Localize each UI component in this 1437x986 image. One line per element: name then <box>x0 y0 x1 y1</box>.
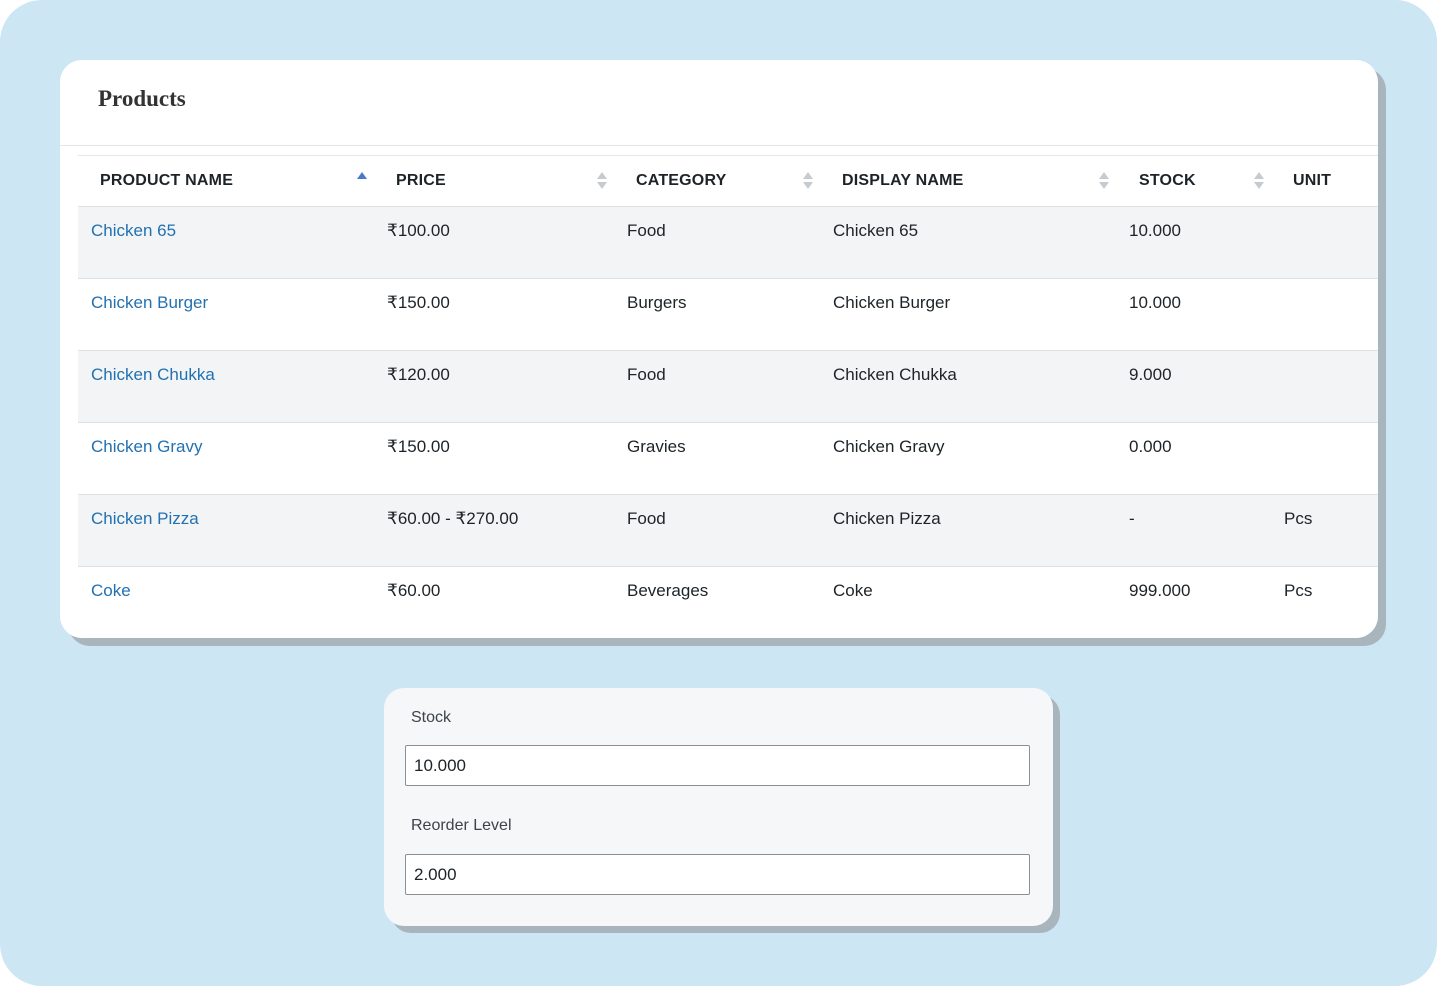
column-header-display-name[interactable]: DISPLAY NAME <box>820 156 1116 206</box>
page-title: Products <box>98 86 186 111</box>
price-cell: ₹60.00 - ₹270.00 <box>387 509 519 528</box>
category-cell: Beverages <box>627 581 709 600</box>
stock-cell: 10.000 <box>1129 293 1181 312</box>
product-name-link[interactable]: Chicken Pizza <box>91 509 199 529</box>
column-header-product-name[interactable]: PRODUCT NAME <box>78 156 374 206</box>
stock-cell: 999.000 <box>1129 581 1191 600</box>
sort-icon[interactable] <box>803 172 813 190</box>
product-name-link[interactable]: Chicken Chukka <box>91 365 215 385</box>
display-name-cell: Coke <box>833 581 873 600</box>
table-row: Chicken Burger ₹150.00 Burgers Chicken B… <box>78 279 1378 351</box>
title-divider <box>60 145 1378 146</box>
column-header-category[interactable]: CATEGORY <box>614 156 820 206</box>
display-name-cell: Chicken 65 <box>833 221 919 240</box>
category-cell: Food <box>627 221 666 240</box>
display-name-cell: Chicken Chukka <box>833 365 957 384</box>
price-cell: ₹60.00 <box>387 581 441 600</box>
column-header-price[interactable]: PRICE <box>374 156 614 206</box>
category-cell: Food <box>627 365 666 384</box>
column-header-label: PRICE <box>396 172 446 189</box>
price-cell: ₹150.00 <box>387 293 450 312</box>
table-row: Chicken Pizza ₹60.00 - ₹270.00 Food Chic… <box>78 495 1378 567</box>
reorder-level-label: Reorder Level <box>411 817 512 834</box>
display-name-cell: Chicken Gravy <box>833 437 945 456</box>
product-name-link[interactable]: Coke <box>91 581 131 601</box>
column-header-unit: UNIT <box>1271 156 1378 206</box>
table-row: Coke ₹60.00 Beverages Coke 999.000 Pcs <box>78 567 1378 638</box>
display-name-cell: Chicken Pizza <box>833 509 941 528</box>
column-header-label: STOCK <box>1139 172 1196 189</box>
product-name-link[interactable]: Chicken Burger <box>91 293 208 313</box>
price-cell: ₹120.00 <box>387 365 450 384</box>
stock-cell: 9.000 <box>1129 365 1172 384</box>
product-name-link[interactable]: Chicken 65 <box>91 221 176 241</box>
column-header-label: UNIT <box>1293 172 1332 189</box>
column-header-label: DISPLAY NAME <box>842 172 964 189</box>
column-header-label: PRODUCT NAME <box>100 172 234 189</box>
page-background: Products PRODUCT NAME PRICE CATEGORY DIS… <box>0 0 1437 986</box>
price-cell: ₹150.00 <box>387 437 450 456</box>
products-card: Products PRODUCT NAME PRICE CATEGORY DIS… <box>60 60 1378 638</box>
stock-label: Stock <box>411 709 452 726</box>
display-name-cell: Chicken Burger <box>833 293 951 312</box>
table-row: Chicken Chukka ₹120.00 Food Chicken Chuk… <box>78 351 1378 423</box>
unit-cell: Pcs <box>1284 509 1313 528</box>
sort-ascending-icon[interactable] <box>357 172 367 190</box>
category-cell: Gravies <box>627 437 686 456</box>
price-cell: ₹100.00 <box>387 221 450 240</box>
table-row: Chicken 65 ₹100.00 Food Chicken 65 10.00… <box>78 207 1378 279</box>
stock-settings-card: Stock Reorder Level <box>384 688 1053 926</box>
column-header-stock[interactable]: STOCK <box>1116 156 1271 206</box>
stock-cell: 0.000 <box>1129 437 1172 456</box>
reorder-level-input[interactable] <box>405 854 1030 895</box>
stock-cell: 10.000 <box>1129 221 1181 240</box>
sort-icon[interactable] <box>1099 172 1109 190</box>
table-header: PRODUCT NAME PRICE CATEGORY DISPLAY NAME… <box>78 156 1378 207</box>
sort-icon[interactable] <box>597 172 607 190</box>
unit-cell: Pcs <box>1284 581 1313 600</box>
stock-cell: - <box>1129 509 1135 528</box>
table-row: Chicken Gravy ₹150.00 Gravies Chicken Gr… <box>78 423 1378 495</box>
products-table: PRODUCT NAME PRICE CATEGORY DISPLAY NAME… <box>78 155 1378 638</box>
stock-input[interactable] <box>405 745 1030 786</box>
product-name-link[interactable]: Chicken Gravy <box>91 437 202 457</box>
category-cell: Burgers <box>627 293 687 312</box>
column-header-label: CATEGORY <box>636 172 727 189</box>
category-cell: Food <box>627 509 666 528</box>
sort-icon[interactable] <box>1254 172 1264 190</box>
